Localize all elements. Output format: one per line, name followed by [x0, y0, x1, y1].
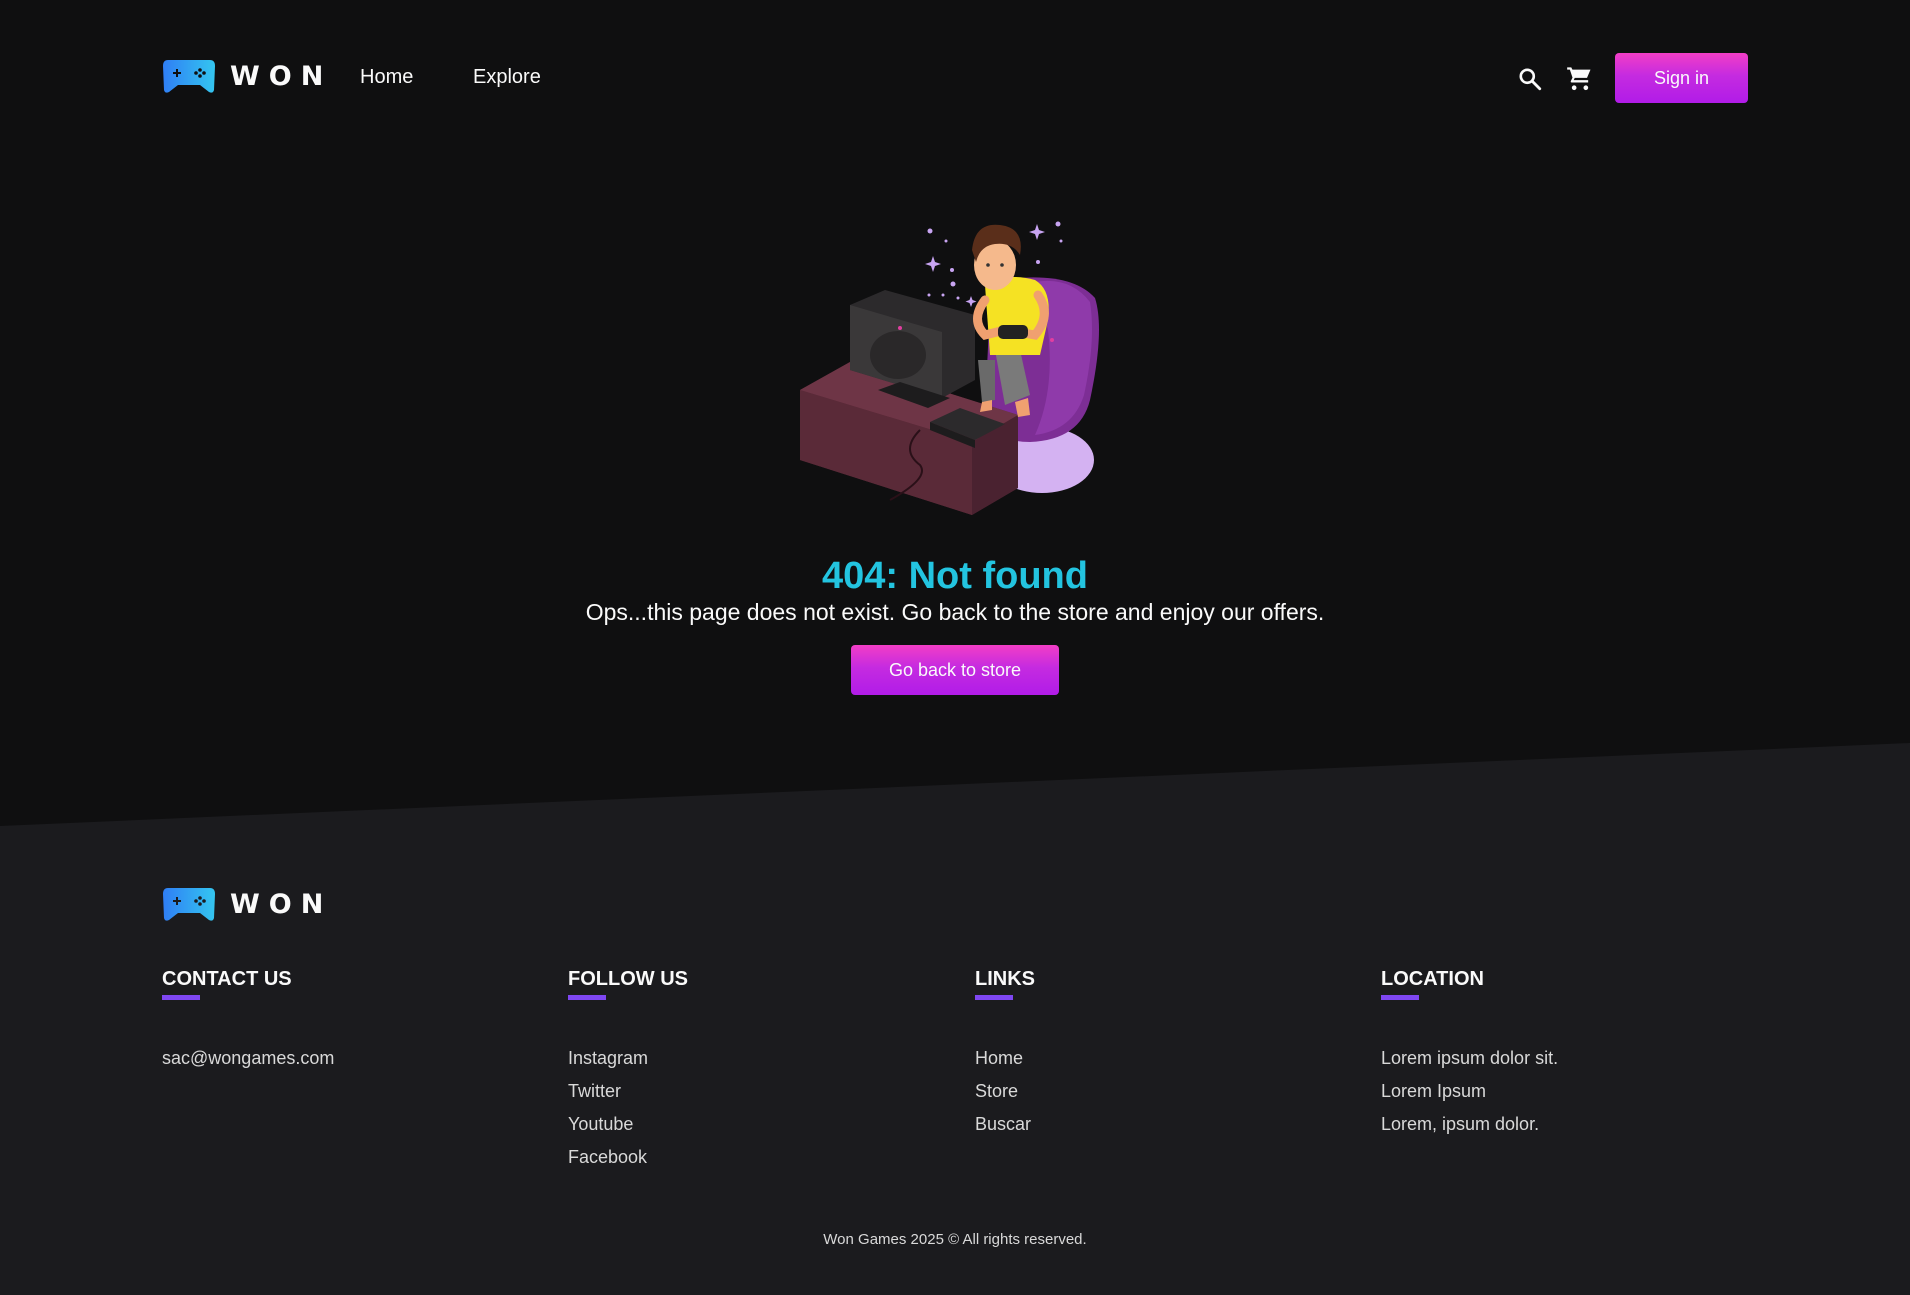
- footer-brand-logo[interactable]: WON: [162, 886, 332, 922]
- error-title: 404: Not found: [822, 555, 1088, 598]
- follow-heading: FOLLOW US: [568, 968, 688, 990]
- gamer-illustration: [800, 221, 1099, 515]
- cart-button[interactable]: [1565, 64, 1595, 94]
- location-line: Lorem ipsum dolor sit.: [1381, 1048, 1559, 1068]
- footer-link-home[interactable]: Home: [975, 1042, 1035, 1075]
- error-message: Ops...this page does not exist. Go back …: [585, 599, 1325, 625]
- footer-follow-section: FOLLOW US Instagram Twitter Youtube Face…: [568, 968, 688, 1174]
- footer-brand-name: WON: [230, 888, 333, 920]
- brand-name: WON: [230, 60, 333, 92]
- follow-link-twitter[interactable]: Twitter: [568, 1075, 688, 1108]
- gamepad-icon: [163, 888, 215, 921]
- brand-logo[interactable]: WON: [162, 58, 332, 94]
- footer-links-section: LINKS Home Store Buscar: [975, 968, 1035, 1141]
- location-heading: LOCATION: [1381, 968, 1484, 990]
- footer-link-buscar[interactable]: Buscar: [975, 1108, 1035, 1141]
- follow-link-youtube[interactable]: Youtube: [568, 1108, 688, 1141]
- follow-link-instagram[interactable]: Instagram: [568, 1042, 688, 1075]
- follow-link-facebook[interactable]: Facebook: [568, 1141, 688, 1174]
- gamepad-icon: [163, 60, 215, 93]
- location-line: Lorem Ipsum: [1381, 1081, 1487, 1101]
- footer-contact-section: CONTACT US sac@wongames.com: [162, 968, 334, 1075]
- go-back-to-store-button[interactable]: Go back to store: [851, 645, 1059, 695]
- copyright-text: Won Games 2025 © All rights reserved.: [823, 1231, 1087, 1248]
- heading-underline: [1381, 995, 1419, 1000]
- search-icon: [1519, 68, 1542, 91]
- search-button[interactable]: [1515, 64, 1545, 94]
- cart-icon: [1567, 67, 1591, 91]
- heading-underline: [568, 995, 606, 1000]
- location-line: Lorem, ipsum dolor.: [1381, 1114, 1540, 1134]
- nav-home-link[interactable]: Home: [360, 66, 413, 89]
- contact-heading: CONTACT US: [162, 968, 292, 990]
- heading-underline: [975, 995, 1013, 1000]
- footer-location-section: LOCATION Lorem ipsum dolor sit. Lorem Ip…: [1381, 968, 1558, 1141]
- contact-email-link[interactable]: sac@wongames.com: [162, 1042, 334, 1075]
- links-heading: LINKS: [975, 968, 1035, 990]
- site-header: WON Home Explore Sign in: [0, 0, 1910, 156]
- footer-link-store[interactable]: Store: [975, 1075, 1035, 1108]
- nav-explore-link[interactable]: Explore: [473, 66, 541, 89]
- heading-underline: [162, 995, 200, 1000]
- sign-in-button[interactable]: Sign in: [1615, 53, 1748, 103]
